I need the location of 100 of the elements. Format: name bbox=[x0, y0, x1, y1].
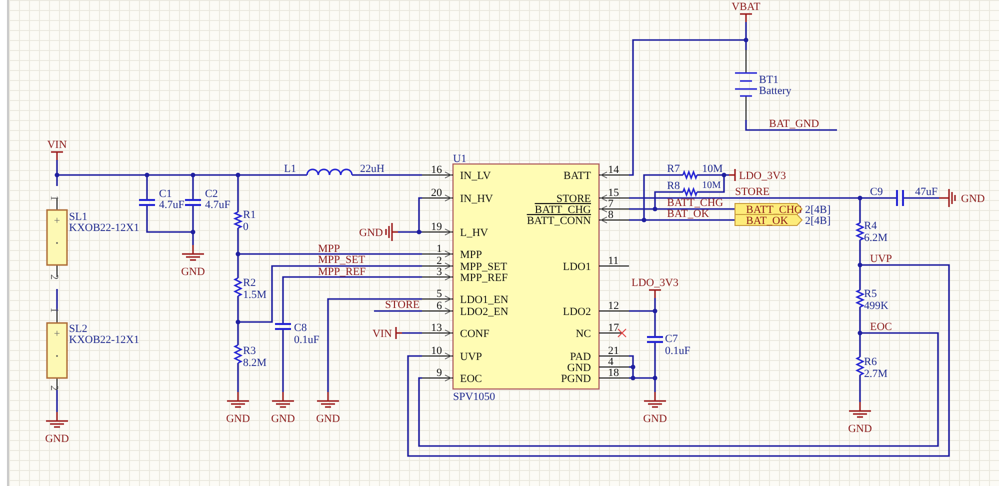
chip-pin bbox=[422, 330, 454, 336]
wire bbox=[352, 174, 422, 176]
chip-pin bbox=[422, 262, 454, 270]
capacitor-symbol bbox=[646, 336, 664, 343]
chip-pin bbox=[422, 274, 454, 280]
power-port-label: GND bbox=[271, 413, 295, 425]
pin-number: 5 bbox=[436, 288, 442, 300]
component-value: 0.1uF bbox=[294, 334, 320, 346]
chip-pin bbox=[422, 296, 454, 302]
pin-name: STORE bbox=[556, 193, 591, 205]
component-designator: BT1 bbox=[759, 74, 779, 86]
resistor-symbol bbox=[233, 277, 243, 297]
pin-number: 15 bbox=[608, 187, 619, 199]
junction-dot bbox=[858, 330, 862, 336]
chip-pin bbox=[422, 194, 454, 202]
junction-dot bbox=[630, 376, 636, 380]
ground-symbol bbox=[181, 244, 205, 261]
pin-number: 11 bbox=[608, 255, 619, 267]
power-port-label: VIN bbox=[47, 139, 67, 151]
resistor-symbol bbox=[855, 222, 865, 241]
chip-pin bbox=[422, 172, 454, 178]
component-designator: R7 bbox=[667, 163, 680, 175]
pin-number: 2 bbox=[48, 274, 60, 280]
component-designator: C2 bbox=[205, 188, 218, 200]
pin-name: UVP bbox=[460, 351, 482, 363]
net-label: BATT_CHG bbox=[667, 197, 724, 209]
pin-number: 13 bbox=[431, 322, 442, 334]
component-value: 0.1uF bbox=[665, 345, 690, 357]
component-designator: SL1 bbox=[69, 211, 88, 223]
component-designator: C9 bbox=[870, 186, 883, 198]
component-value: 8.2M bbox=[243, 357, 267, 369]
component-designator: R4 bbox=[864, 220, 877, 232]
pin-number: 1 bbox=[436, 243, 442, 255]
power-port-symbol bbox=[648, 289, 662, 299]
pin-number: 7 bbox=[608, 198, 614, 210]
capacitor-symbol bbox=[896, 189, 904, 207]
pin-name: MPP_SET bbox=[460, 261, 508, 273]
net-label: BAT_GND bbox=[769, 118, 820, 130]
ground-symbol bbox=[385, 222, 399, 242]
power-port-symbol bbox=[739, 13, 753, 23]
component-designator: C1 bbox=[159, 188, 172, 200]
power-port-label: GND bbox=[848, 423, 872, 435]
ground-symbol bbox=[271, 391, 295, 408]
pin-name: BATT_CHG bbox=[534, 204, 591, 216]
power-port-label: GND bbox=[181, 266, 205, 278]
net-label: STORE bbox=[735, 186, 770, 198]
pin-name: MPP_REF bbox=[460, 272, 508, 284]
power-port-label: LDO_3V3 bbox=[739, 170, 786, 182]
chip-pin bbox=[422, 250, 454, 258]
resistor-symbol bbox=[855, 356, 865, 376]
pin-name: IN_HV bbox=[460, 193, 493, 205]
pin-number: 17 bbox=[608, 322, 619, 334]
junction-dot bbox=[236, 320, 240, 324]
pin-name: LDO2_EN bbox=[460, 306, 508, 318]
pin-number: 9 bbox=[436, 367, 442, 379]
power-port-label: GND bbox=[359, 227, 383, 239]
pin-name: GND bbox=[567, 362, 591, 374]
junction-dot bbox=[190, 172, 196, 178]
net-label: MPP_SET bbox=[318, 254, 366, 266]
junction-dot bbox=[416, 230, 422, 234]
pin-name: BATT bbox=[564, 170, 591, 182]
component-value: 499K bbox=[864, 300, 888, 312]
chip-pin bbox=[598, 194, 630, 202]
component-value: KXOB22-12X1 bbox=[69, 222, 140, 234]
power-port-label: GND bbox=[45, 433, 69, 445]
pin-name: EOC bbox=[460, 373, 482, 385]
resistor-symbol bbox=[682, 170, 698, 180]
sheet-reference: 2[4B] bbox=[805, 204, 831, 216]
net-label: STORE bbox=[385, 299, 420, 311]
ground-symbol bbox=[316, 391, 340, 408]
pin-number: 8 bbox=[608, 209, 614, 221]
pin-name: PAD bbox=[570, 351, 591, 363]
junction-dot bbox=[236, 252, 240, 256]
inductor-symbol bbox=[306, 168, 353, 176]
pin-name: PGND bbox=[561, 373, 591, 385]
pin-name: MPP bbox=[460, 249, 482, 261]
chip-part-number: SPV1050 bbox=[453, 391, 496, 403]
power-port-label: GND bbox=[316, 413, 340, 425]
pin-number: 4 bbox=[608, 356, 614, 368]
component-designator: C8 bbox=[294, 322, 307, 334]
off-sheet-port: BATT_CHG bbox=[734, 203, 803, 216]
pin-number: 16 bbox=[431, 164, 442, 176]
component-value: 0 bbox=[243, 221, 248, 233]
ground-symbol bbox=[938, 188, 956, 208]
pin-name: NC bbox=[576, 328, 591, 340]
junction-dot bbox=[642, 218, 646, 222]
power-port-label: LDO_3V3 bbox=[631, 277, 679, 289]
pin-name: L_HV bbox=[460, 227, 488, 239]
capacitor-symbol bbox=[138, 199, 156, 206]
ground-symbol bbox=[643, 391, 667, 408]
wire bbox=[282, 329, 284, 392]
junction-dot bbox=[54, 172, 60, 178]
off-sheet-port: BAT_OK bbox=[734, 214, 803, 227]
net-label: MPP bbox=[318, 243, 340, 255]
pin-number: 19 bbox=[431, 221, 442, 233]
net-label: UVP bbox=[870, 253, 892, 265]
capacitor-symbol bbox=[274, 323, 292, 330]
component-designator: C7 bbox=[665, 333, 678, 345]
wire bbox=[56, 289, 58, 311]
junction-dot bbox=[652, 308, 658, 314]
